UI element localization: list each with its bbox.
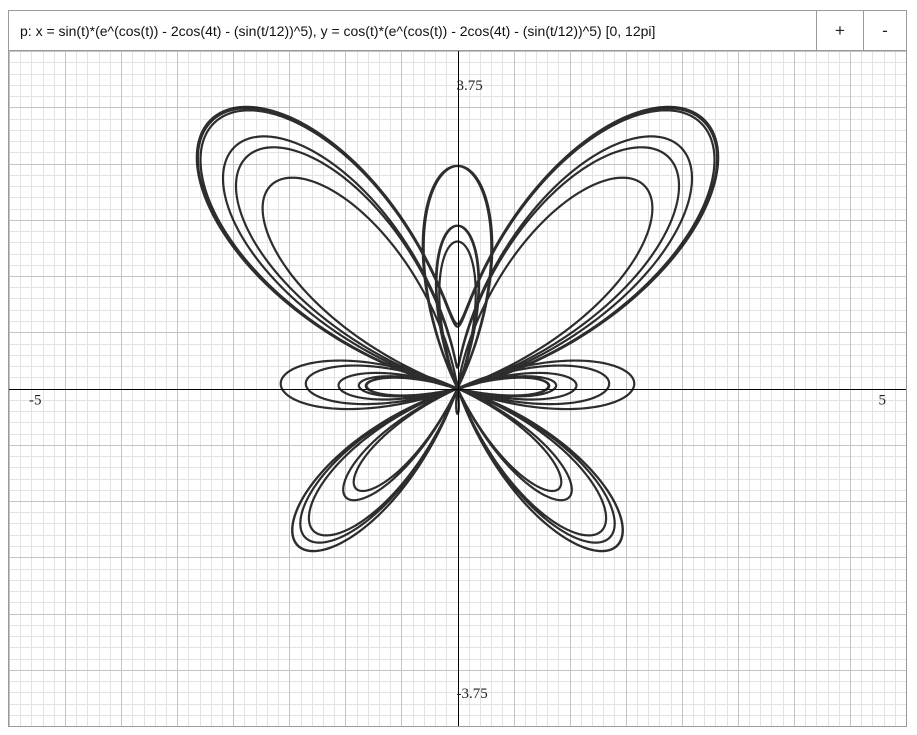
toolbar: p: x = sin(t)*(e^(cos(t)) - 2cos(4t) - (… — [9, 11, 906, 51]
butterfly-curve — [195, 105, 720, 553]
y-min-tick-label: -3.75 — [457, 686, 488, 702]
x-max-tick-label: 5 — [879, 393, 887, 409]
plot-area[interactable]: -5 5 3.75 -3.75 — [9, 51, 906, 726]
zoom-in-button[interactable]: + — [816, 11, 863, 50]
y-max-tick-label: 3.75 — [457, 78, 483, 94]
zoom-out-button[interactable]: - — [863, 11, 906, 50]
graph-window: p: x = sin(t)*(e^(cos(t)) - 2cos(4t) - (… — [8, 10, 907, 727]
chart-canvas: -5 5 3.75 -3.75 — [9, 51, 906, 726]
x-min-tick-label: -5 — [29, 393, 42, 409]
formula-text[interactable]: p: x = sin(t)*(e^(cos(t)) - 2cos(4t) - (… — [20, 23, 655, 39]
